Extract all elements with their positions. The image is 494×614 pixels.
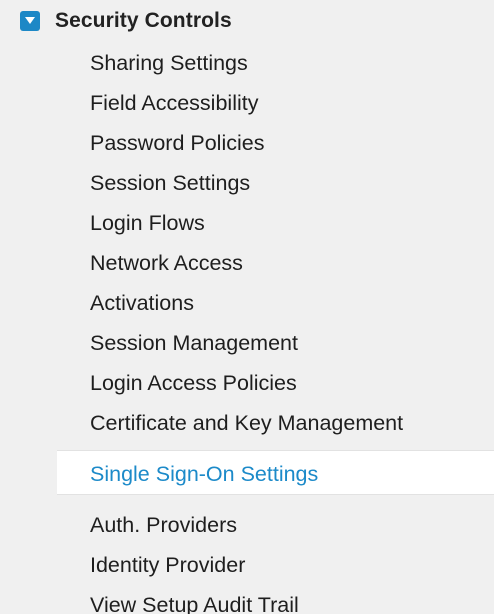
nav-item-network-access[interactable]: Network Access	[90, 246, 243, 280]
nav-item-view-setup-audit-trail[interactable]: View Setup Audit Trail	[90, 588, 299, 614]
nav-item-certificate-key-management[interactable]: Certificate and Key Management	[90, 406, 403, 440]
nav-item-identity-provider[interactable]: Identity Provider	[90, 548, 245, 582]
nav-item-field-accessibility[interactable]: Field Accessibility	[90, 86, 258, 120]
section-title: Security Controls	[55, 9, 232, 32]
setup-tree-security-controls: Security Controls Sharing Settings Field…	[0, 0, 494, 614]
caret-down-icon[interactable]	[20, 11, 40, 31]
nav-item-password-policies[interactable]: Password Policies	[90, 126, 264, 160]
nav-item-auth-providers[interactable]: Auth. Providers	[90, 508, 237, 542]
nav-item-login-flows[interactable]: Login Flows	[90, 206, 205, 240]
nav-item-session-management[interactable]: Session Management	[90, 326, 298, 360]
nav-item-activations[interactable]: Activations	[90, 286, 194, 320]
nav-item-login-access-policies[interactable]: Login Access Policies	[90, 366, 297, 400]
section-header-security-controls[interactable]: Security Controls	[20, 7, 232, 35]
nav-item-single-sign-on-settings[interactable]: Single Sign-On Settings	[90, 457, 318, 491]
nav-item-sharing-settings[interactable]: Sharing Settings	[90, 46, 248, 80]
nav-item-session-settings[interactable]: Session Settings	[90, 166, 250, 200]
